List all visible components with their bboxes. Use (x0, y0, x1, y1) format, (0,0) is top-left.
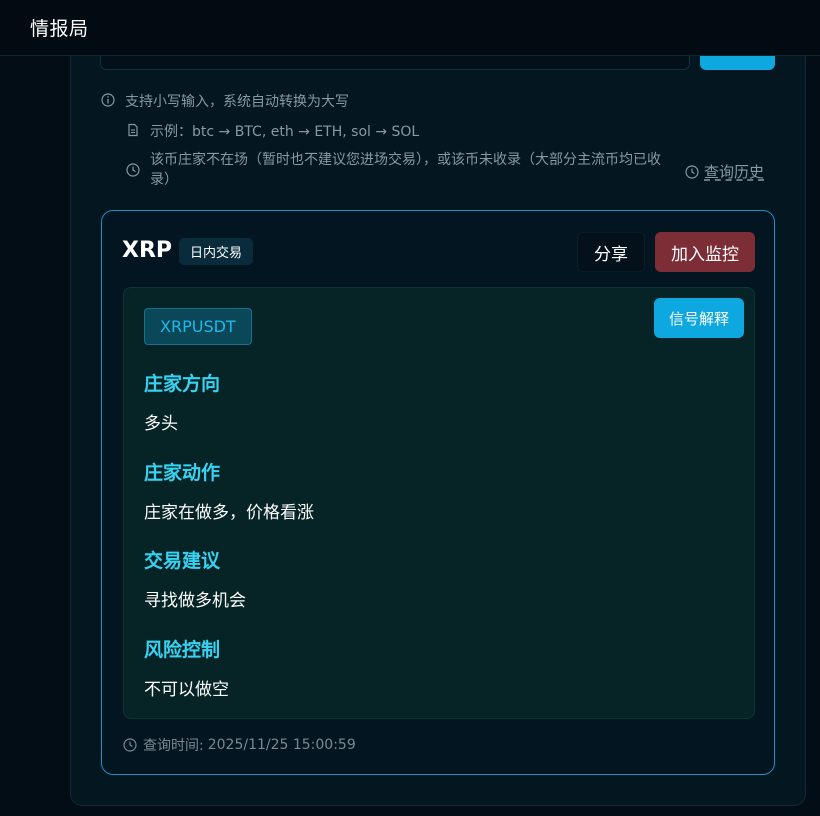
top-bar: 情报局 (0, 0, 820, 56)
info-icon (101, 93, 115, 107)
hint-absent-text: 该币庄家不在场（暂时也不建议您进场交易），或该币未收录（大部分主流币均已收录） (150, 152, 661, 188)
clock-icon (123, 738, 137, 752)
hint-example-text: 示例：btc → BTC, eth → ETH, sol → SOL (150, 124, 420, 140)
section-value-advice: 寻找做多机会 (144, 591, 246, 611)
coin-symbol: XRP (122, 238, 173, 263)
hint-absent: 该币庄家不在场（暂时也不建议您进场交易），或该币未收录（大部分主流币均已收录） (126, 150, 681, 190)
section-title-direction: 庄家方向 (144, 373, 221, 395)
query-time-value: 2025/11/25 15:00:59 (207, 737, 356, 753)
query-history-label: 查询历史 (704, 163, 765, 181)
clock-icon (685, 164, 699, 179)
query-time: 查询时间: 2025/11/25 15:00:59 (123, 735, 356, 755)
trading-pair-tag: XRPUSDT (144, 308, 252, 345)
hint-lowercase: 支持小写输入，系统自动转换为大写 (101, 91, 349, 111)
query-time-label: 查询时间: (143, 738, 204, 754)
document-icon (128, 123, 138, 137)
add-monitor-button[interactable]: 加入监控 (655, 232, 755, 272)
share-button[interactable]: 分享 (577, 232, 645, 272)
section-value-action: 庄家在做多，价格看涨 (144, 503, 314, 523)
trade-type-badge: 日内交易 (179, 238, 254, 265)
section-value-risk: 不可以做空 (144, 680, 229, 700)
hint-example: 示例：btc → BTC, eth → ETH, sol → SOL (126, 121, 419, 141)
section-value-direction: 多头 (144, 414, 178, 434)
app-title: 情报局 (30, 18, 89, 40)
section-title-advice: 交易建议 (144, 550, 221, 572)
signal-box: XRPUSDT 信号解释 庄家方向 多头 庄家动作 庄家在做多，价格看涨 交易建… (123, 287, 755, 719)
signal-explain-button[interactable]: 信号解释 (654, 298, 744, 338)
result-card: XRP 日内交易 分享 加入监控 XRPUSDT 信号解释 庄家方向 多头 庄家… (101, 210, 775, 775)
section-title-risk: 风险控制 (144, 639, 221, 661)
section-title-action: 庄家动作 (144, 462, 221, 484)
hint-lowercase-text: 支持小写输入，系统自动转换为大写 (125, 94, 349, 110)
query-history-link[interactable]: 查询历史 (685, 161, 764, 182)
clock-icon (126, 163, 140, 177)
